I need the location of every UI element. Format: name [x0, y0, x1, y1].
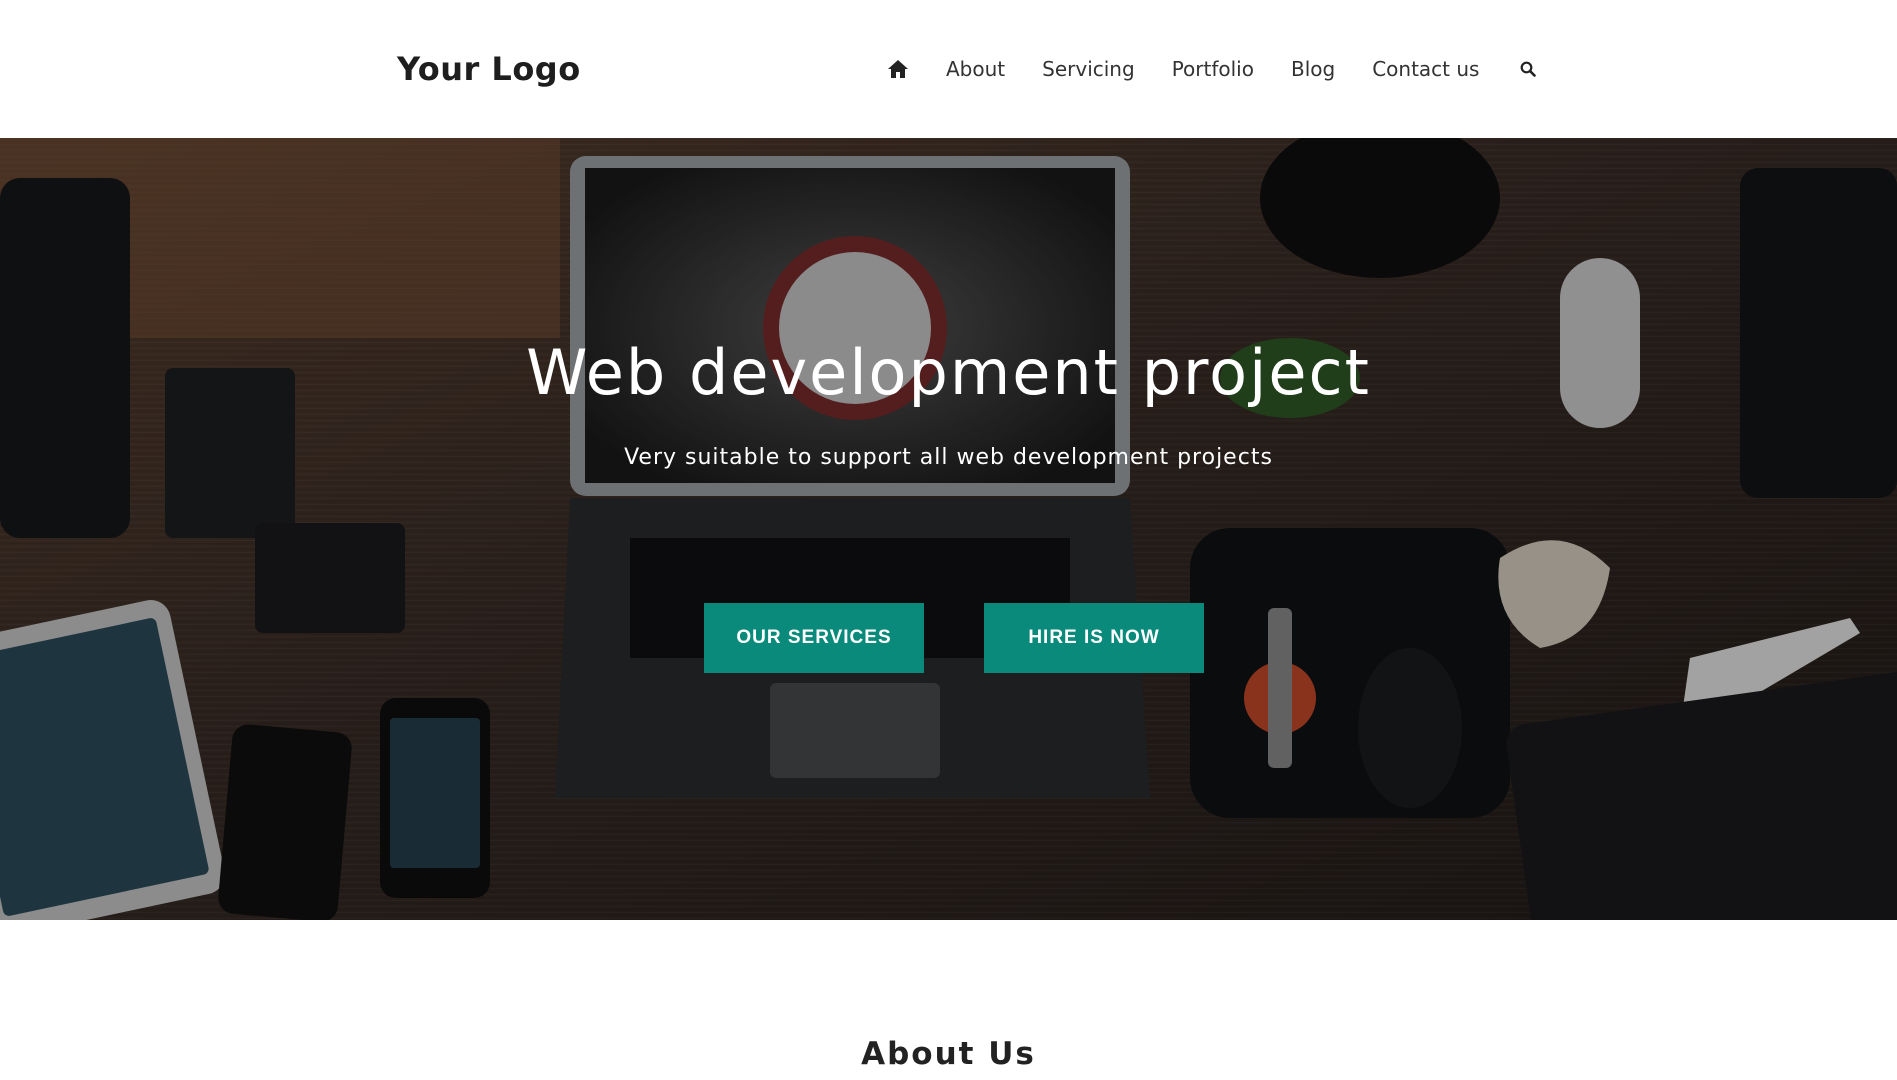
nav-portfolio[interactable]: Portfolio — [1172, 57, 1254, 81]
hero-title: Web development project — [526, 336, 1371, 409]
our-services-button[interactable]: OUR SERVICES — [704, 603, 924, 673]
hire-now-button[interactable]: HIRE IS NOW — [984, 603, 1204, 673]
site-header: Your Logo About Servicing Portfolio Blog… — [0, 0, 1897, 138]
hero-overlay — [0, 138, 1897, 920]
nav-servicing[interactable]: Servicing — [1042, 57, 1135, 81]
hero-subtitle: Very suitable to support all web develop… — [624, 445, 1273, 470]
home-icon[interactable] — [886, 57, 910, 81]
nav-about[interactable]: About — [946, 57, 1005, 81]
site-logo[interactable]: Your Logo — [397, 50, 581, 88]
hero-section: Web development project Very suitable to… — [0, 138, 1897, 920]
search-icon[interactable] — [1519, 60, 1537, 78]
nav-blog[interactable]: Blog — [1291, 57, 1335, 81]
nav-contact[interactable]: Contact us — [1372, 57, 1479, 81]
about-section-title: About Us — [861, 1036, 1036, 1072]
main-nav: About Servicing Portfolio Blog Contact u… — [886, 48, 1537, 90]
